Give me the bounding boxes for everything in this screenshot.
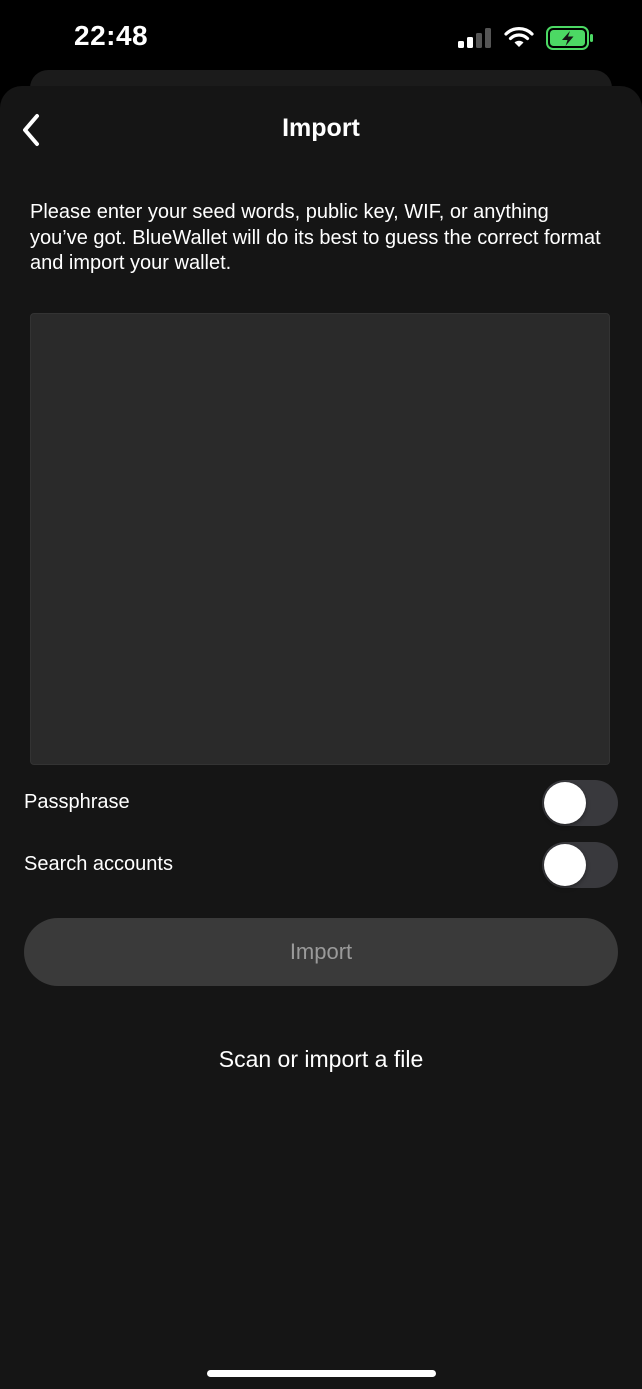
search-accounts-label: Search accounts [24, 853, 173, 875]
import-button[interactable]: Import [24, 918, 618, 986]
home-indicator [207, 1370, 436, 1377]
status-time: 22:48 [74, 20, 149, 51]
instructions-text: Please enter your seed words, public key… [30, 201, 601, 274]
passphrase-toggle[interactable] [542, 780, 618, 826]
wifi-icon [504, 27, 534, 54]
search-accounts-toggle[interactable] [542, 842, 618, 888]
status-icons [458, 26, 594, 55]
toggle-knob [544, 782, 586, 824]
battery-charging-icon [546, 26, 594, 55]
signal-icon [458, 27, 492, 54]
page-title: Import [282, 114, 360, 142]
toggle-knob [544, 844, 586, 886]
passphrase-label: Passphrase [24, 791, 130, 813]
scan-or-import-file-button[interactable]: Scan or import a file [0, 1046, 642, 1073]
passphrase-row: Passphrase [24, 780, 618, 828]
search-accounts-row: Search accounts [24, 842, 618, 890]
import-sheet: Import Please enter your seed words, pub… [0, 86, 642, 1389]
seed-words-input[interactable] [30, 313, 610, 765]
status-bar: 22:48 [0, 0, 642, 80]
